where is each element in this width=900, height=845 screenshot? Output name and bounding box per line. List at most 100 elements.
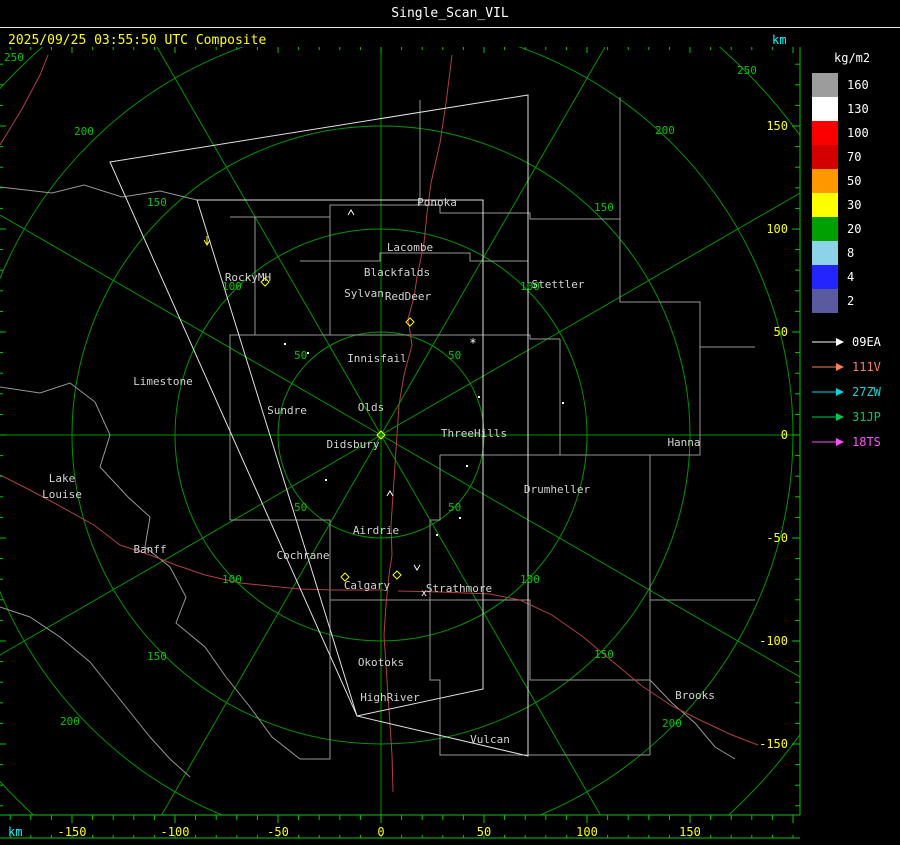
boundary-line (94, 401, 331, 760)
colorbar-entry: 8 (810, 241, 900, 265)
radar-site-diamond (405, 317, 415, 327)
radar-legend-entry: 09EA (810, 329, 900, 354)
colorbar-swatch (812, 289, 838, 313)
city-label: Ponoka (417, 196, 457, 209)
colorbar-entry: 130 (810, 97, 900, 121)
boundary-line (230, 519, 430, 601)
colorbar-entry: 2 (810, 289, 900, 313)
radar-legend-entry: 111V (810, 354, 900, 379)
azimuth-spoke (380, 434, 601, 815)
colorbar-swatch (812, 73, 838, 97)
legend-panel: kg/m2 160 130 100 70 50 30 20 8 4 2 09EA 111V 27ZW 3… (810, 47, 900, 841)
ring-label: 200 (662, 717, 682, 730)
city-label: Didsbury (327, 438, 380, 451)
colorbar-swatch (812, 241, 838, 265)
colorbar-unit-label: kg/m2 (834, 51, 871, 65)
town-dot (436, 534, 438, 536)
colorbar-swatch (812, 121, 838, 145)
radar-map[interactable]: -150 -100 -50 0 50 100 150 150 100 50 0 -50 -100 -150… (0, 47, 810, 841)
city-label: HighRiver (360, 691, 420, 704)
radar-id-label: 18TS (852, 434, 881, 449)
radar-map-canvas[interactable]: -150 -100 -50 0 50 100 150 150 100 50 0 -50 -100 -150… (0, 47, 810, 841)
town-dot (307, 352, 309, 354)
city-label: Drumheller (524, 483, 591, 496)
colorbar-entry: 30 (810, 193, 900, 217)
city-label: Strathmore (426, 582, 492, 595)
right-axis-label: 50 (774, 325, 788, 339)
town-dot (478, 396, 480, 398)
ring-label: 150 (147, 196, 167, 209)
ring-label: 50 (294, 501, 307, 514)
city-label: Olds (358, 401, 385, 414)
city-label: Calgary (344, 579, 391, 592)
colorbar-entry: 160 (810, 73, 900, 97)
city-label: Airdrie (353, 524, 399, 537)
ring-label: 50 (294, 349, 307, 362)
highways (0, 54, 759, 793)
highway-line (383, 54, 453, 793)
ring-label: 250 (737, 64, 757, 77)
radar-legend-entry: 18TS (810, 429, 900, 454)
radar-arrow-icon (812, 437, 844, 446)
boundary-line (429, 455, 441, 600)
radar-arrow-icon (812, 387, 844, 396)
city-labels: Ponoka Lacombe Blackfalds Sylvan RedDeer Rock… (42, 196, 715, 746)
radar-legend-entry: 27ZW (810, 379, 900, 404)
ring-label: 150 (594, 648, 614, 661)
boundary-line (430, 599, 650, 681)
radar-arrow-icon (812, 412, 844, 421)
colorbar-entry: 70 (810, 145, 900, 169)
radar-arrow-icon (812, 362, 844, 371)
colorbar-value: 130 (847, 102, 869, 116)
caret-marker (347, 209, 355, 216)
colorbar-entry: 4 (810, 265, 900, 289)
colorbar-swatch (812, 193, 838, 217)
town-dot (466, 465, 468, 467)
bottom-axis-label: 0 (377, 825, 384, 839)
radar-id-label: 31JP (852, 409, 881, 424)
boundary-line (229, 217, 256, 520)
axis-labels: -150 -100 -50 0 50 100 150 150 100 50 0 -50 -100 -150… (8, 119, 788, 839)
colorbar-value: 30 (847, 198, 862, 212)
bottom-axis-label: 100 (576, 825, 598, 839)
colorbar-value: 2 (847, 294, 855, 308)
right-axis-label: -50 (766, 531, 788, 545)
town-dot (459, 517, 461, 519)
city-label: Vulcan (470, 733, 510, 746)
colorbar-value: 100 (847, 126, 869, 140)
right-axis-label: 150 (766, 119, 788, 133)
colorbar-value: 20 (847, 222, 862, 236)
colorbar-swatch (812, 217, 838, 241)
highway-line (397, 590, 759, 746)
city-label: Limestone (133, 375, 193, 388)
boundary-line (650, 346, 755, 456)
city-label: Okotoks (358, 656, 404, 669)
city-label: Innisfail (347, 352, 407, 365)
city-label: Banff (133, 543, 166, 556)
right-axis-label: -150 (759, 737, 788, 751)
ring-label: 200 (60, 715, 80, 728)
radar-id-label: 09EA (852, 334, 881, 349)
city-label: ThreeHills (441, 427, 507, 440)
city-label: Louise (42, 488, 82, 501)
colorbar-swatch (812, 265, 838, 289)
ring-labels: 25020015010050 5010015020025050 50100 10015… (4, 51, 757, 730)
boundary-line (429, 600, 650, 756)
city-label: Sundre (267, 404, 307, 417)
colorbar-entry: 20 (810, 217, 900, 241)
azimuth-spoke (380, 434, 800, 678)
colorbar-value: 160 (847, 78, 869, 92)
boundary-line (0, 382, 96, 403)
colorbar-entry: 100 (810, 121, 900, 145)
colorbar-value: 8 (847, 246, 855, 260)
window-titlebar: Single_Scan_VIL (0, 0, 900, 28)
right-axis-label: -100 (759, 634, 788, 648)
colorbar-value: 50 (847, 174, 862, 188)
radar-arrow-icon (812, 337, 844, 346)
boundary-line (559, 339, 755, 601)
city-label: Cochrane (277, 549, 330, 562)
bottom-axis-label: -150 (58, 825, 87, 839)
vee-marker (413, 564, 421, 571)
boundary-line (0, 184, 198, 201)
city-label: Stettler (532, 278, 585, 291)
